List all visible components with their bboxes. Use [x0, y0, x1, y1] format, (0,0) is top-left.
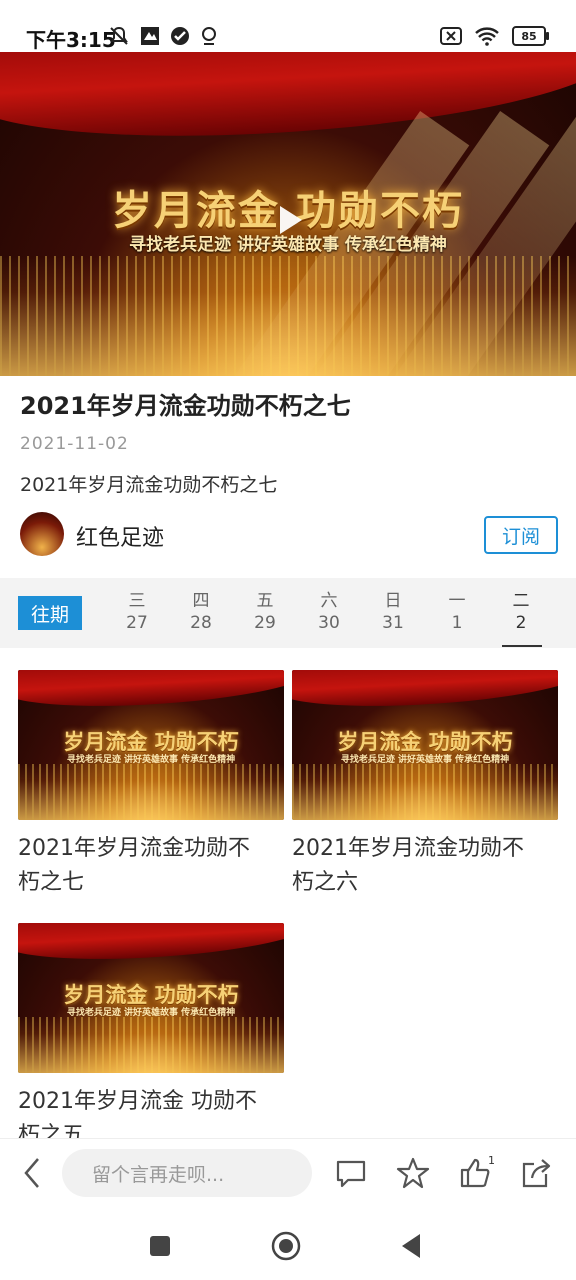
date-tab-weekday: 五: [256, 591, 274, 611]
subscribe-button[interactable]: 订阅: [484, 516, 558, 554]
back-chevron-icon[interactable]: [18, 1155, 46, 1191]
mute-bell-icon: [110, 26, 128, 45]
red-flag-decoration: [18, 923, 284, 966]
channel-name[interactable]: 红色足迹: [76, 520, 164, 552]
date-tab[interactable]: 一 1: [434, 590, 480, 634]
thumbnail-subtitle: 寻找老兵足迹 讲好英雄故事 传承红色精神: [66, 755, 236, 765]
date-strip: [0, 578, 576, 648]
date-tab-date: 29: [254, 613, 276, 633]
video-thumbnail[interactable]: 岁月流金 功勋不朽 寻找老兵足迹 讲好英雄故事 传承红色精神: [18, 670, 284, 820]
status-icons-left: [108, 24, 218, 48]
system-nav-bar: [0, 1212, 576, 1280]
thumbnail-subtitle: 寻找老兵足迹 讲好英雄故事 传承红色精神: [66, 1008, 236, 1018]
date-tab[interactable]: 日 31: [370, 590, 416, 634]
card-title-line: 2021年岁月流金功勋不: [292, 836, 524, 861]
star-icon[interactable]: [396, 1156, 430, 1190]
date-tab-weekday: 四: [192, 591, 210, 611]
wifi-icon: [475, 27, 499, 46]
status-icons-right: 85: [440, 24, 549, 48]
video-thumbnail[interactable]: 岁月流金 功勋不朽 寻找老兵足迹 讲好英雄故事 传承红色精神: [292, 670, 558, 820]
share-icon[interactable]: [520, 1156, 554, 1190]
date-tab-date: 31: [382, 613, 404, 633]
like-count: 1: [488, 1154, 495, 1167]
article-title: 2021年岁月流金功勋不朽之七: [20, 392, 351, 420]
thumbs-up-icon[interactable]: [458, 1156, 492, 1190]
home-icon[interactable]: [270, 1230, 302, 1262]
date-tab-weekday: 三: [128, 591, 146, 611]
card-title-line: 2021年岁月流金功勋不: [18, 836, 250, 861]
date-tab-selected[interactable]: 二 2: [498, 590, 544, 634]
date-tab-weekday: 二: [512, 591, 530, 611]
no-sim-icon: [440, 27, 462, 45]
comment-icon[interactable]: [334, 1156, 368, 1190]
date-tab-date: 2: [515, 613, 527, 633]
date-tab[interactable]: 四 28: [178, 590, 224, 634]
date-tab-weekday: 日: [384, 591, 402, 611]
card-title-line: 朽之六: [292, 870, 359, 895]
card-title[interactable]: 2021年岁月流金 功勋不 朽之五: [18, 1085, 284, 1138]
red-flag-decoration: [292, 670, 558, 713]
date-tab-weekday: 一: [448, 591, 466, 611]
date-tab[interactable]: 五 29: [242, 590, 288, 634]
location-pin-icon: [202, 27, 216, 45]
card-title-line: 2021年岁月流金 功勋不: [18, 1089, 257, 1114]
date-tab-weekday: 六: [320, 591, 338, 611]
article-date: 2021-11-02: [20, 434, 129, 454]
gold-sparkle-decoration: [18, 1017, 284, 1073]
card-title[interactable]: 2021年岁月流金功勋不 朽之七: [18, 832, 284, 900]
video-player[interactable]: 岁月流金 功勋不朽 寻找老兵足迹 讲好英雄故事 传承红色精神: [0, 52, 576, 376]
play-icon[interactable]: [268, 200, 308, 240]
red-flag-decoration: [18, 670, 284, 713]
article-description: 2021年岁月流金功勋不朽之七: [20, 474, 278, 496]
thumbnail-subtitle: 寻找老兵足迹 讲好英雄故事 传承红色精神: [340, 755, 510, 765]
date-tab-date: 1: [451, 613, 463, 633]
channel-avatar[interactable]: [20, 512, 64, 556]
gold-sparkle-decoration: [0, 256, 576, 376]
gold-sparkle-decoration: [292, 764, 558, 820]
back-triangle-icon[interactable]: [398, 1232, 424, 1260]
app-notification-icon: [141, 27, 159, 45]
recent-apps-icon[interactable]: [148, 1234, 172, 1258]
past-issues-button[interactable]: 往期: [18, 596, 82, 630]
date-tab-date: 30: [318, 613, 340, 633]
gold-sparkle-decoration: [18, 764, 284, 820]
status-bar: 下午3:15 85: [0, 0, 576, 52]
date-tab[interactable]: 六 30: [306, 590, 352, 634]
card-title-line: 朽之七: [18, 870, 85, 895]
comment-input[interactable]: 留个言再走呗...: [62, 1149, 312, 1197]
selected-date-underline: [502, 645, 542, 647]
video-thumbnail[interactable]: 岁月流金 功勋不朽 寻找老兵足迹 讲好英雄故事 传承红色精神: [18, 923, 284, 1073]
card-title-line: 朽之五: [18, 1123, 85, 1138]
status-time: 下午3:15: [26, 28, 116, 52]
card-title[interactable]: 2021年岁月流金功勋不 朽之六: [292, 832, 558, 900]
date-tab-date: 27: [126, 613, 148, 633]
battery-indicator: 85: [512, 26, 549, 46]
check-circle-icon: [171, 27, 189, 45]
date-tab[interactable]: 三 27: [114, 590, 160, 634]
date-tab-date: 28: [190, 613, 212, 633]
